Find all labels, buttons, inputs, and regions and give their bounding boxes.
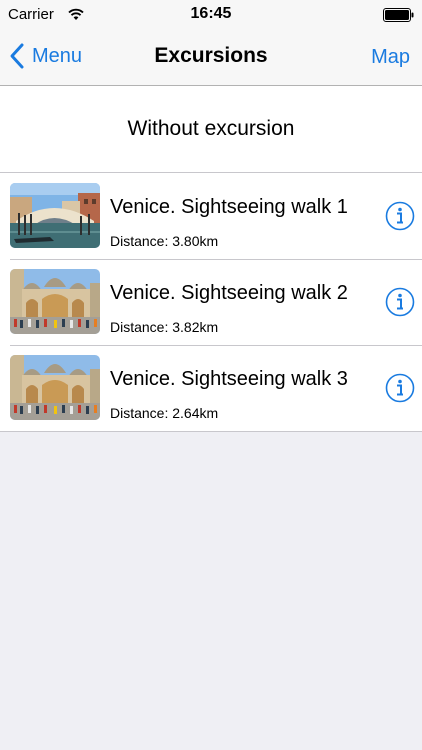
info-circle-icon[interactable]: [385, 373, 415, 403]
status-bar: Carrier 16:45: [0, 0, 422, 30]
san-marco-basilica-photo: [10, 355, 100, 420]
page-title: Excursions: [154, 44, 268, 67]
venice-bridge-photo: [10, 183, 100, 248]
list-item[interactable]: Venice. Sightseeing walk 1 Distance: 3.8…: [0, 173, 422, 259]
excursion-title: Venice. Sightseeing walk 2: [110, 282, 348, 304]
battery-icon: [383, 8, 414, 22]
info-circle-icon[interactable]: [385, 287, 415, 317]
info-circle-icon[interactable]: [385, 201, 415, 231]
excursion-title: Venice. Sightseeing walk 3: [110, 368, 348, 390]
excursion-list: Venice. Sightseeing walk 1 Distance: 3.8…: [0, 173, 422, 432]
map-button[interactable]: Map: [371, 46, 410, 69]
status-time: 16:45: [190, 5, 232, 22]
excursion-distance: Distance: 3.82km: [110, 319, 219, 335]
list-item[interactable]: Venice. Sightseeing walk 2 Distance: 3.8…: [0, 259, 422, 345]
excursion-distance: Distance: 2.64km: [110, 405, 219, 421]
without-excursion-label: Without excursion: [127, 117, 295, 140]
list-item[interactable]: Venice. Sightseeing walk 3 Distance: 2.6…: [0, 345, 422, 431]
excursion-title: Venice. Sightseeing walk 1: [110, 196, 348, 218]
navigation-bar: Menu Excursions Map: [0, 30, 422, 86]
san-marco-basilica-photo: [10, 269, 100, 334]
without-excursion-row[interactable]: Without excursion: [0, 86, 422, 173]
excursion-distance: Distance: 3.80km: [110, 233, 219, 249]
